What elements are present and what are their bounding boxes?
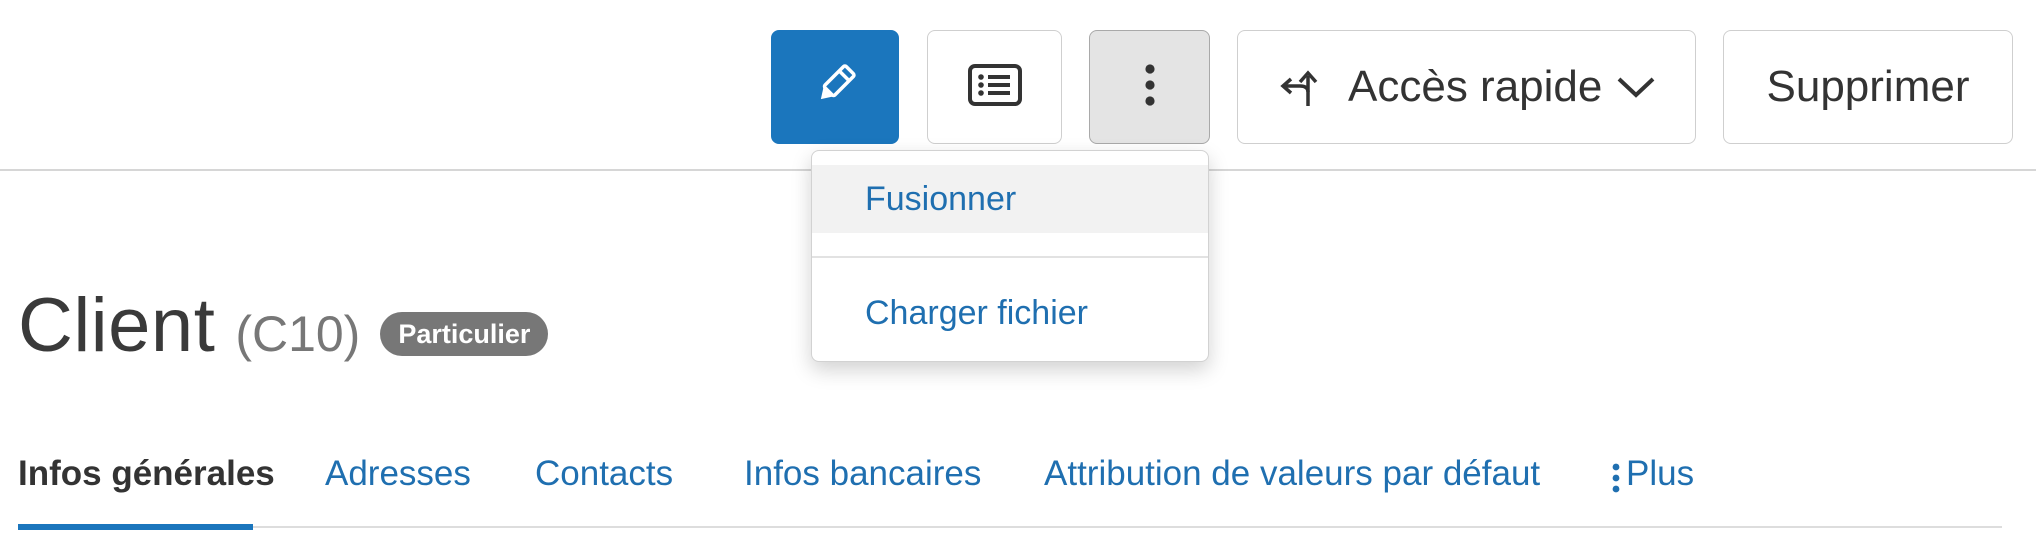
- tab-bar: Infos générales Adresses Contacts Infos …: [18, 448, 2002, 530]
- menu-item-fusionner[interactable]: Fusionner: [812, 165, 1208, 233]
- quick-access-label: Accès rapide: [1348, 62, 1603, 111]
- tab-label: Plus: [1626, 454, 1695, 493]
- tab-label: Attribution de valeurs par défaut: [1044, 454, 1541, 493]
- more-actions-menu: Fusionner Charger fichier: [811, 150, 1209, 362]
- tab-adresses[interactable]: Adresses: [325, 448, 471, 528]
- page: Accès rapide Supprimer Client (C10) Part…: [0, 0, 2036, 560]
- tab-label: Adresses: [325, 454, 471, 493]
- menu-item-label: Charger fichier: [865, 293, 1088, 332]
- tab-label: Infos bancaires: [744, 454, 982, 493]
- tab-attribution-valeurs[interactable]: Attribution de valeurs par défaut: [1044, 448, 1540, 528]
- tab-more[interactable]: Plus: [1612, 448, 1694, 528]
- page-title: Client (C10) Particulier: [18, 282, 549, 372]
- vertical-dots-icon: [1144, 63, 1156, 112]
- edit-button[interactable]: [771, 30, 899, 144]
- list-view-button[interactable]: [927, 30, 1062, 144]
- menu-divider: [812, 256, 1208, 258]
- vertical-dots-icon: [1612, 462, 1620, 502]
- active-tab-indicator: [18, 524, 253, 530]
- more-actions-button[interactable]: [1089, 30, 1210, 144]
- delete-button[interactable]: Supprimer: [1723, 30, 2013, 144]
- chevron-down-icon: [1616, 75, 1656, 99]
- delete-label: Supprimer: [1766, 62, 1970, 111]
- tab-label: Contacts: [535, 454, 674, 493]
- tab-label: Infos générales: [18, 454, 275, 493]
- pencil-icon: [811, 61, 859, 114]
- branch-arrow-icon: [1278, 62, 1324, 113]
- quick-access-button[interactable]: Accès rapide: [1237, 30, 1696, 144]
- client-code: (C10): [235, 306, 361, 362]
- status-badge: Particulier: [380, 312, 549, 356]
- menu-item-charger-fichier[interactable]: Charger fichier: [812, 279, 1208, 347]
- tab-contacts[interactable]: Contacts: [535, 448, 673, 528]
- tab-infos-generales[interactable]: Infos générales: [18, 448, 275, 530]
- page-title-text: Client: [18, 283, 216, 368]
- tab-infos-bancaires[interactable]: Infos bancaires: [744, 448, 981, 528]
- menu-item-label: Fusionner: [865, 179, 1017, 218]
- list-icon: [967, 63, 1022, 111]
